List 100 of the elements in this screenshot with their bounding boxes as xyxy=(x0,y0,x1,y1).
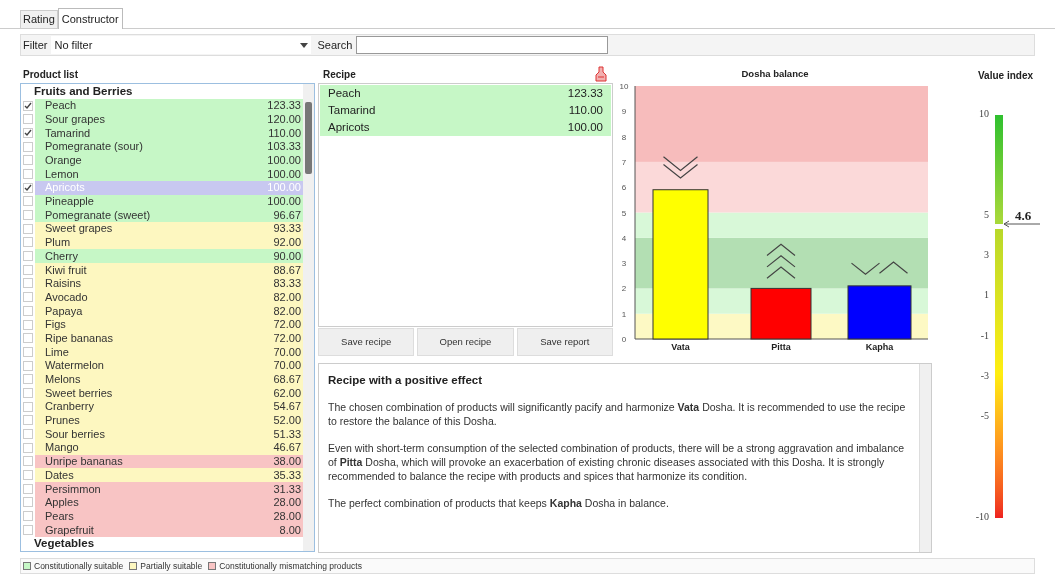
recipe-button[interactable]: Open recipe xyxy=(417,328,514,356)
chevrons-up-icon xyxy=(766,243,796,279)
list-item[interactable]: Sour berries 51.33 xyxy=(35,427,303,441)
list-item[interactable]: Lemon 100.00 xyxy=(35,167,303,181)
list-item[interactable]: Melons 68.67 xyxy=(35,372,303,387)
category-label: Kapha xyxy=(865,342,894,352)
list-item[interactable]: Pears 28.00 xyxy=(35,509,303,523)
legend-label: Constitutionally mismatching products xyxy=(219,559,362,573)
axis-tick-label: 0 xyxy=(621,335,627,344)
scale-label: 5 xyxy=(983,207,989,222)
tab[interactable]: Constructor xyxy=(57,8,123,29)
description-paragraph: The perfect combination of products that keeps Kapha Dosha in balance. xyxy=(328,496,670,511)
scale-label: 3 xyxy=(983,248,989,263)
scrollbar-thumb[interactable] xyxy=(305,102,312,174)
checkbox[interactable] xyxy=(23,210,33,221)
clear-icon[interactable] xyxy=(595,66,607,82)
scale-label: -1 xyxy=(979,328,989,343)
checkbox[interactable] xyxy=(23,470,33,481)
list-item[interactable]: Orange 100.00 xyxy=(35,153,303,168)
description-paragraph: The chosen combination of products will significantly pacify and harmonize Vata Dosha. It is recommended to use the recipe to restore the balance of this Dosha. xyxy=(328,400,907,429)
checkbox[interactable] xyxy=(23,415,33,426)
value-reading: 4.6 xyxy=(1015,206,1032,225)
list-item[interactable]: Ripe bananas 72.00 xyxy=(35,331,303,346)
checkbox[interactable] xyxy=(23,401,33,412)
checkbox[interactable] xyxy=(23,155,33,166)
checkbox[interactable] xyxy=(23,141,33,152)
checkbox[interactable] xyxy=(23,387,33,398)
checkbox[interactable] xyxy=(23,456,33,467)
scrollbar[interactable] xyxy=(303,84,314,551)
recipe-title: Recipe xyxy=(322,67,356,82)
checkbox[interactable] xyxy=(23,360,33,371)
axis-tick-label: 10 xyxy=(619,82,629,91)
checkbox[interactable] xyxy=(23,346,33,357)
list-item[interactable]: Sour grapes 120.00 xyxy=(35,112,303,127)
recipe-button[interactable]: Save report xyxy=(516,328,613,356)
recipe-item[interactable]: Apricots 100.00 xyxy=(320,119,611,136)
checkbox[interactable] xyxy=(23,168,33,179)
checkbox[interactable] xyxy=(23,374,33,385)
legend-label: Constitutionally suitable xyxy=(34,559,124,573)
list-item[interactable]: Peach 123.33 xyxy=(35,98,303,113)
product-list-title: Product list xyxy=(22,68,79,82)
group-header[interactable]: Vegetables xyxy=(22,536,303,551)
description-title: Recipe with a positive effect xyxy=(328,373,483,388)
list-item[interactable]: Dates 35.33 xyxy=(35,468,303,482)
scrollbar[interactable] xyxy=(919,364,931,552)
list-item[interactable]: Lime 70.00 xyxy=(35,345,303,359)
recipe-item[interactable]: Peach 123.33 xyxy=(320,85,611,102)
chart-title: Dosha balance xyxy=(741,68,809,79)
list-item[interactable]: Cherry 90.00 xyxy=(35,249,303,263)
group-header[interactable]: Fruits and Berries xyxy=(22,85,303,99)
checkbox[interactable] xyxy=(23,278,33,289)
checkbox[interactable] xyxy=(23,497,33,508)
axis-tick-label: 2 xyxy=(621,284,627,294)
scale-label: -10 xyxy=(974,510,989,524)
list-item[interactable]: Avocado 82.00 xyxy=(35,290,303,304)
checkbox[interactable] xyxy=(23,524,33,535)
recipe-item[interactable]: Tamarind 110.00 xyxy=(320,102,611,119)
checkbox[interactable] xyxy=(23,292,33,303)
checkbox[interactable] xyxy=(23,223,33,234)
checkbox[interactable] xyxy=(23,319,33,330)
caret-icon xyxy=(300,42,309,48)
checkbox[interactable] xyxy=(23,442,33,453)
filter-dropdown[interactable]: No filter xyxy=(51,36,312,54)
checkbox[interactable] xyxy=(23,429,33,440)
axis-tick-label: 3 xyxy=(621,259,627,269)
checkbox[interactable] xyxy=(23,100,33,111)
pointer-arrow xyxy=(1003,219,1041,228)
recipe-button[interactable]: Save recipe xyxy=(318,328,415,356)
chevrons-down-icon xyxy=(662,156,699,179)
list-item[interactable]: Grapefruit 8.00 xyxy=(35,523,303,537)
checkbox[interactable] xyxy=(23,511,33,522)
scale-label: -3 xyxy=(979,368,989,383)
legend-label: Partially suitable xyxy=(140,559,203,573)
checkbox[interactable] xyxy=(23,237,33,248)
filter-label: Filter xyxy=(23,37,48,53)
checkbox[interactable] xyxy=(23,333,33,344)
checkbox[interactable] xyxy=(23,483,33,494)
axis-tick-label: 9 xyxy=(621,107,627,117)
list-item[interactable]: Sweet berries 62.00 xyxy=(35,386,303,400)
scale-label: 10 xyxy=(978,107,989,121)
checkbox[interactable] xyxy=(23,196,33,207)
tab[interactable]: Rating xyxy=(20,10,58,28)
category-label: Vata xyxy=(671,342,690,352)
description-paragraph: Even with short-term consumption of the selected combination of products, there will be a strong aggravation and imbalance of Pitta Dosha, which will provoke an exacerbation of existing chronic diseases associated with this Dosha. It is strongly recommended to balance the recipe with products and spices that harmonize its condition. xyxy=(328,441,906,484)
list-item[interactable]: Tamarind 110.00 xyxy=(35,126,303,140)
checkbox[interactable] xyxy=(23,182,33,193)
checkbox[interactable] xyxy=(23,264,33,275)
list-item[interactable]: Pomegranate (sweet) 96.67 xyxy=(35,208,303,222)
checkbox[interactable] xyxy=(23,114,33,125)
checkbox[interactable] xyxy=(23,305,33,316)
axis-tick-label: 6 xyxy=(621,183,627,193)
zigzag-icon xyxy=(850,261,909,276)
search-field[interactable] xyxy=(356,36,609,54)
search-label: Search xyxy=(317,37,353,53)
list-item[interactable]: Papaya 82.00 xyxy=(35,304,303,318)
checkbox[interactable] xyxy=(23,251,33,262)
checkbox[interactable] xyxy=(23,127,33,138)
scale-label: 1 xyxy=(983,288,989,303)
axis-tick-label: 7 xyxy=(621,157,627,167)
value-index-title: Value index xyxy=(978,69,1034,83)
